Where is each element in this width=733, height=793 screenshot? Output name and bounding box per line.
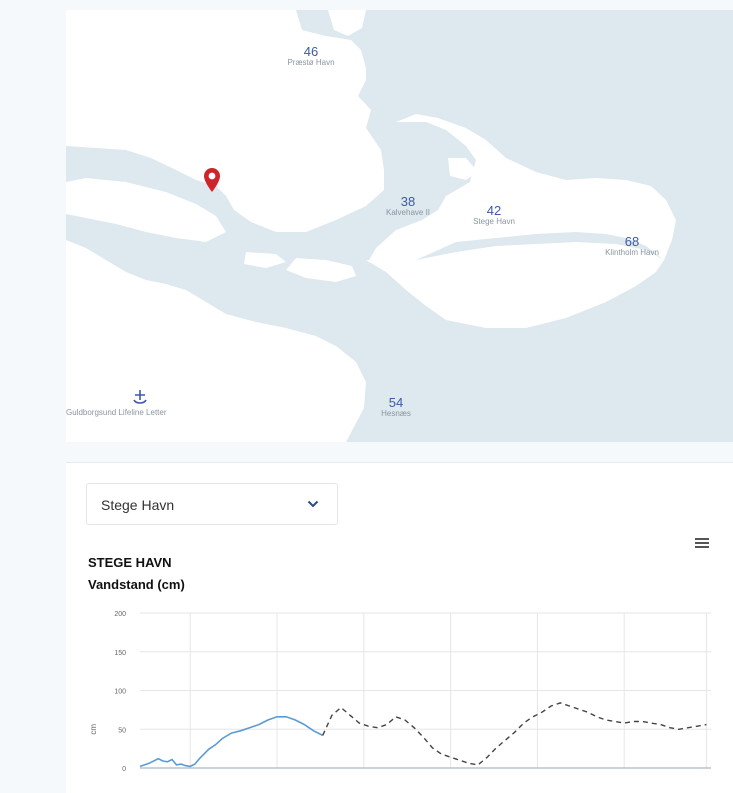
- station-value: 38: [400, 194, 416, 209]
- station-name: Hesnæs: [381, 409, 411, 418]
- station-value: 68: [624, 234, 640, 249]
- forecast-series-line: [322, 702, 707, 766]
- station-value: 54: [388, 395, 404, 410]
- observed-series-line: [139, 716, 324, 768]
- chart-subtitle: Vandstand (cm): [88, 577, 185, 592]
- station-value: 42: [486, 203, 502, 218]
- y-tick-label: 100: [114, 689, 126, 696]
- y-tick-label: 0: [122, 766, 126, 773]
- chart-panel: Stege Havn STEGE HAVN Vandstand (cm) 200…: [66, 462, 733, 793]
- map-land: [66, 10, 676, 442]
- ship-label: Guldborgsund Lifeline Letter: [66, 408, 167, 417]
- ship-icon: [133, 390, 147, 404]
- station-marker-praesto[interactable]: 46 Præstø Havn: [287, 45, 334, 67]
- station-marker-hesnaes[interactable]: 54 Hesnæs: [381, 396, 411, 418]
- station-marker-klintholm[interactable]: 68 Klintholm Havn: [605, 235, 659, 257]
- y-axis-label: cm: [89, 724, 98, 735]
- station-name: Præstø Havn: [287, 58, 335, 67]
- station-value: 46: [303, 44, 319, 59]
- station-marker-stege[interactable]: 42 Stege Havn: [473, 204, 515, 226]
- chevron-down-icon: [307, 500, 319, 508]
- y-tick-label: 50: [118, 727, 126, 734]
- station-name: Klintholm Havn: [605, 248, 659, 257]
- sidebar-strip: [0, 0, 66, 792]
- chart-title: STEGE HAVN: [88, 555, 172, 570]
- location-pin-icon[interactable]: [203, 167, 221, 193]
- station-select[interactable]: Stege Havn: [86, 483, 338, 525]
- hamburger-menu-icon[interactable]: [695, 537, 709, 549]
- map-view[interactable]: 46 Præstø Havn 38 Kalvehave II 42 Stege …: [66, 10, 733, 442]
- station-select-value: Stege Havn: [101, 497, 175, 513]
- water-level-chart[interactable]: 200 150 100 50 0 cm: [66, 593, 733, 793]
- station-name: Stege Havn: [473, 217, 515, 226]
- station-marker-kalvehave[interactable]: 38 Kalvehave II: [386, 195, 430, 217]
- y-tick-label: 150: [114, 650, 126, 657]
- station-name: Kalvehave II: [385, 208, 431, 217]
- y-tick-label: 200: [114, 611, 126, 618]
